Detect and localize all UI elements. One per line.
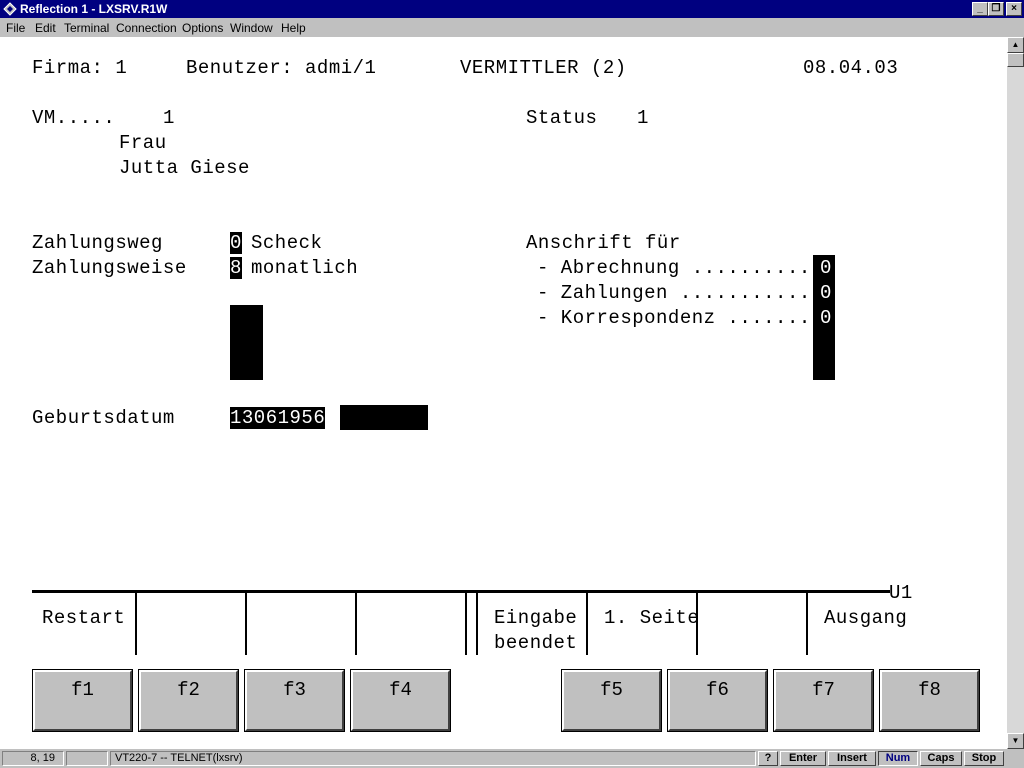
softkey-label-ausgang: Ausgang: [824, 607, 908, 629]
f8-button[interactable]: f8: [879, 669, 980, 732]
reflection-app-icon[interactable]: [3, 2, 17, 16]
anschrift-header: Anschrift für: [526, 232, 681, 254]
empty-input-field[interactable]: [340, 405, 428, 430]
cursor-position: 8, 19: [2, 751, 64, 766]
zahlungsweg-label: Zahlungsweg: [32, 232, 163, 254]
session-info: VT220-7 -- TELNET(lxsrv): [110, 751, 756, 766]
softkey-separator: [245, 593, 247, 655]
firma-label: Firma: 1: [32, 57, 128, 79]
softkey-separator: [806, 593, 808, 655]
address-row-label: - Zahlungen ...........: [537, 282, 811, 304]
f5-button[interactable]: f5: [561, 669, 662, 732]
zahlungsweg-field[interactable]: 0: [230, 232, 242, 254]
geburtsdatum-field[interactable]: 13061956: [230, 407, 326, 429]
address-row-label: - Korrespondenz .......: [537, 307, 811, 329]
title-bar: Reflection 1 - LXSRV.R1W _ ❐ ×: [0, 0, 1024, 18]
abrechnung-field[interactable]: 0: [820, 257, 832, 279]
f6-button[interactable]: f6: [667, 669, 768, 732]
zahlungsweise-field[interactable]: 8: [230, 257, 242, 279]
minimize-button[interactable]: _: [972, 2, 988, 16]
zahlungen-field[interactable]: 0: [820, 282, 832, 304]
softkey-separator: [135, 593, 137, 655]
close-button[interactable]: ×: [1006, 2, 1022, 16]
menu-bar: File Edit Terminal Connection Options Wi…: [0, 18, 1024, 37]
scroll-thumb[interactable]: [1007, 53, 1024, 67]
scroll-down-button[interactable]: ▼: [1007, 733, 1024, 749]
zahlungsweise-label: Zahlungsweise: [32, 257, 187, 279]
f1-button[interactable]: f1: [32, 669, 133, 732]
help-indicator[interactable]: ?: [758, 751, 778, 766]
menu-help[interactable]: Help: [281, 21, 306, 35]
enter-indicator[interactable]: Enter: [780, 751, 826, 766]
menu-options[interactable]: Options: [182, 21, 223, 35]
korrespondenz-field[interactable]: 0: [820, 307, 832, 329]
softkey-label-seite: 1. Seite: [604, 607, 700, 629]
address-row-label: - Abrechnung ..........: [537, 257, 811, 279]
menu-window[interactable]: Window: [230, 21, 273, 35]
f7-button[interactable]: f7: [773, 669, 874, 732]
softkey-separator: [355, 593, 357, 655]
vm-value: 1: [163, 107, 175, 129]
terminal-screen[interactable]: Firma: 1 Benutzer: admi/1 VERMITTLER (2)…: [0, 37, 1007, 749]
salutation: Frau: [119, 132, 167, 154]
geburtsdatum-label: Geburtsdatum: [32, 407, 175, 429]
date-label: 08.04.03: [803, 57, 899, 79]
softkey-divider: [32, 590, 890, 593]
softkey-separator: [465, 593, 467, 655]
f2-button[interactable]: f2: [138, 669, 239, 732]
vm-label: VM.....: [32, 107, 116, 129]
resize-grip-icon[interactable]: [1006, 751, 1022, 766]
softkey-label-restart: Restart: [42, 607, 126, 629]
insert-indicator[interactable]: Insert: [828, 751, 876, 766]
screen-id: U1: [889, 582, 913, 604]
benutzer-label: Benutzer: admi/1: [186, 57, 377, 79]
menu-file[interactable]: File: [6, 21, 25, 35]
status-bar: 8, 19 VT220-7 -- TELNET(lxsrv) ? Enter I…: [0, 749, 1024, 768]
f4-button[interactable]: f4: [350, 669, 451, 732]
status-label: Status: [526, 107, 598, 129]
zahlungsweg-text: Scheck: [251, 232, 323, 254]
window-title: Reflection 1 - LXSRV.R1W: [20, 2, 168, 16]
vertical-scrollbar[interactable]: ▲ ▼: [1007, 37, 1024, 749]
menu-terminal[interactable]: Terminal: [64, 21, 109, 35]
menu-connection[interactable]: Connection: [116, 21, 177, 35]
status-blank-cell: [66, 751, 108, 766]
softkey-label-beendet: beendet: [494, 632, 578, 654]
person-name: Jutta Giese: [119, 157, 250, 179]
menu-edit[interactable]: Edit: [35, 21, 56, 35]
caps-indicator[interactable]: Caps: [920, 751, 962, 766]
screen-title: VERMITTLER (2): [460, 57, 627, 79]
softkey-separator: [586, 593, 588, 655]
softkey-label-eingabe: Eingabe: [494, 607, 578, 629]
status-value: 1: [637, 107, 649, 129]
restore-button[interactable]: ❐: [988, 2, 1004, 16]
f3-button[interactable]: f3: [244, 669, 345, 732]
scroll-up-button[interactable]: ▲: [1007, 37, 1024, 53]
stop-indicator[interactable]: Stop: [964, 751, 1004, 766]
zahlungsweise-text: monatlich: [251, 257, 359, 279]
num-indicator[interactable]: Num: [878, 751, 918, 766]
softkey-separator: [476, 593, 478, 655]
empty-input-block[interactable]: [230, 305, 263, 380]
